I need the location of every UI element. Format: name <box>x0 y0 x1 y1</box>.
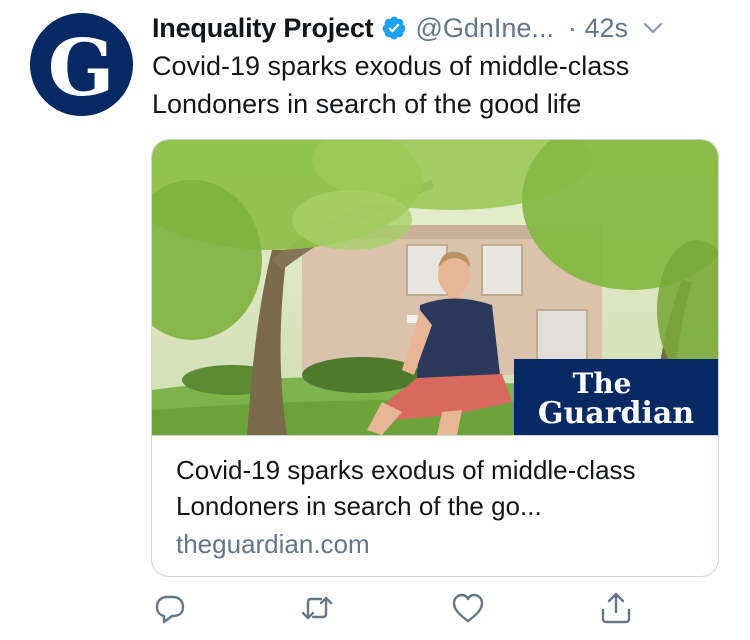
tweet[interactable]: G Inequality Project @GdnIne... · 42s Co… <box>0 0 750 640</box>
guardian-logo: The Guardian <box>514 359 718 435</box>
card-title[interactable]: Covid-19 sparks exodus of middle-class L… <box>176 452 696 524</box>
action-bar <box>152 590 632 630</box>
chevron-down-icon[interactable] <box>642 17 664 39</box>
card-image[interactable]: The Guardian <box>152 140 718 436</box>
like-icon[interactable] <box>450 590 486 626</box>
avatar[interactable]: G <box>30 13 133 116</box>
retweet-icon[interactable] <box>299 590 335 626</box>
tweet-header: Inequality Project @GdnIne... · 42s <box>152 8 732 48</box>
logo-line-guardian: Guardian <box>538 396 694 431</box>
tweet-text: Covid-19 sparks exodus of middle-class L… <box>152 51 630 119</box>
handle[interactable]: @GdnIne... <box>415 13 553 44</box>
display-name[interactable]: Inequality Project <box>152 13 374 44</box>
timestamp[interactable]: · 42s <box>568 13 628 44</box>
reply-icon[interactable] <box>152 590 188 626</box>
card-body[interactable]: Covid-19 sparks exodus of middle-class L… <box>176 452 696 561</box>
avatar-letter: G <box>48 23 115 114</box>
card-domain: theguardian.com <box>176 529 370 559</box>
link-card[interactable]: The Guardian Covid-19 sparks exodus of m… <box>151 139 719 577</box>
verified-badge-icon <box>381 15 407 41</box>
share-icon[interactable] <box>598 590 634 626</box>
